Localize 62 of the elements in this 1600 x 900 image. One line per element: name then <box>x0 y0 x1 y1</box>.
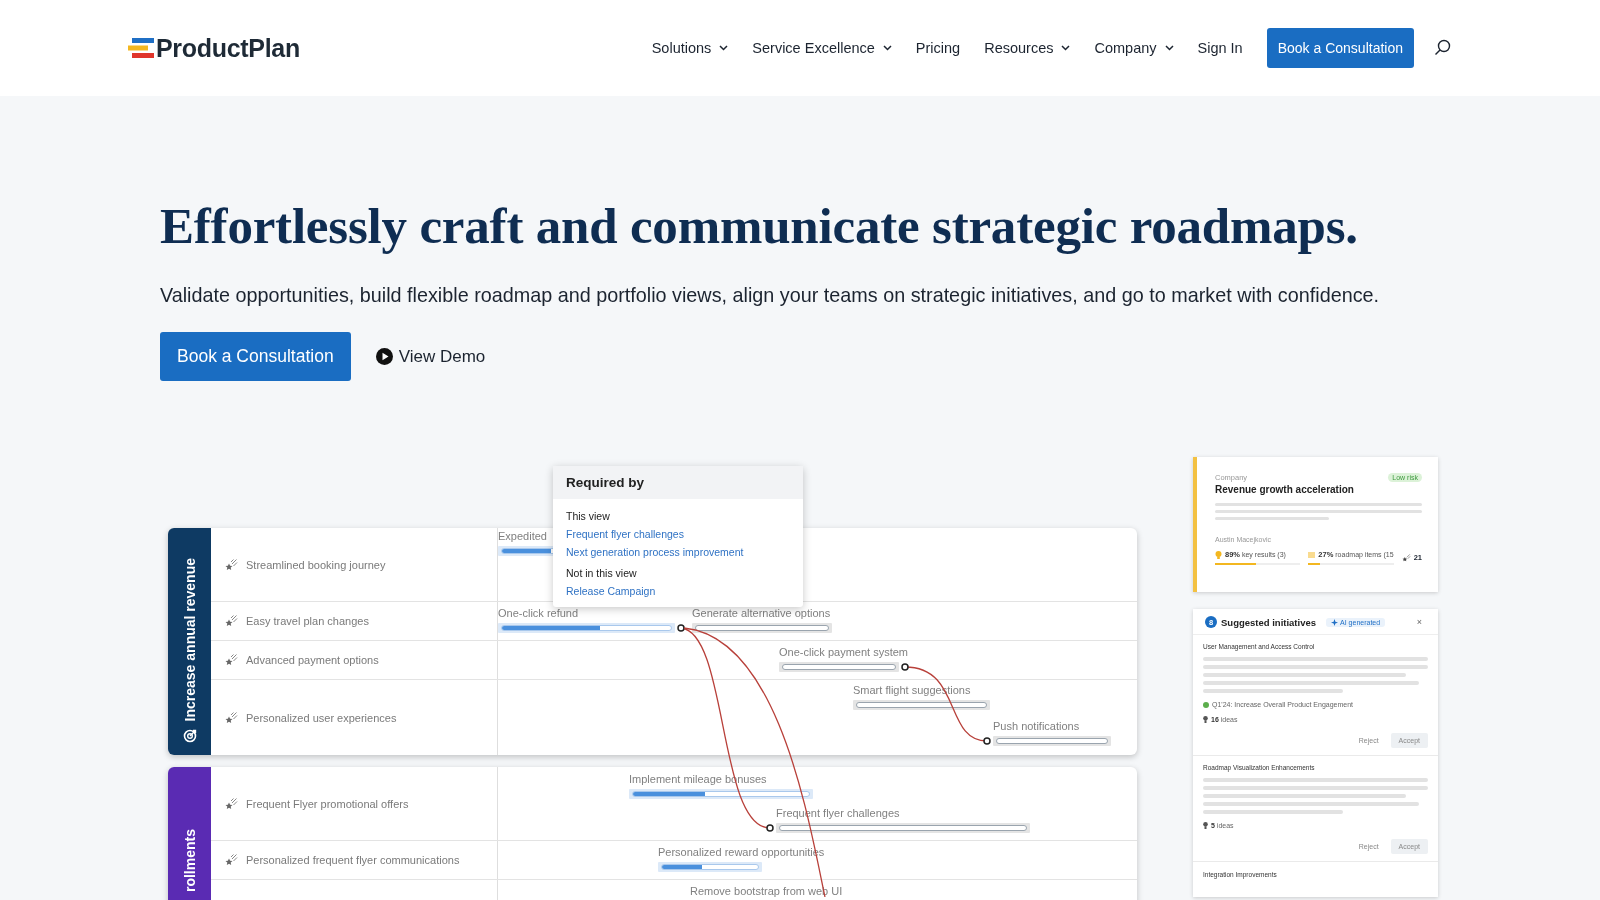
roadmap-bar[interactable] <box>779 662 899 673</box>
roadmap-bar[interactable] <box>692 623 832 634</box>
initiative-name: Personalized user experiences <box>246 711 397 724</box>
lane-title: Increase annual revenue <box>181 557 198 722</box>
book-consultation-button[interactable]: Book a Consultation <box>1266 28 1414 68</box>
popover-heading: Not in this view <box>566 567 638 580</box>
bar-label: Expedited <box>498 530 548 544</box>
bar-label: Push notifications <box>993 720 1081 734</box>
initiative-name: Easy travel plan changes <box>246 615 369 628</box>
chevron-down-icon <box>882 45 892 51</box>
nav-link[interactable]: Solutions <box>651 40 729 56</box>
target-icon <box>182 729 197 744</box>
roadmap-bar[interactable] <box>629 789 813 800</box>
chevron-down-icon <box>719 45 729 51</box>
nav-link[interactable]: Pricing <box>915 40 961 56</box>
bar-label: One-click refund <box>498 607 580 621</box>
hero-subtitle: Validate opportunities, build flexible roadmap and portfolio views, align your teams on strategic initiatives, and go to market with confidence. <box>160 284 1381 308</box>
productplan-logo[interactable]: ProductPlan <box>128 33 300 63</box>
view-demo-link[interactable]: View Demo <box>375 346 486 367</box>
shooting-star-icon <box>225 854 238 867</box>
nav-link[interactable]: Sign In <box>1197 40 1243 56</box>
initiative-name: Personalized frequent flyer communications <box>246 854 460 867</box>
hero-headline: Effortlessly craft and communicate strategic roadmaps. <box>160 197 1359 256</box>
nav-link[interactable]: Company <box>1094 40 1174 56</box>
sparkle-icon <box>1331 618 1339 626</box>
logo-icon <box>128 38 154 58</box>
roadmap-bar[interactable] <box>776 823 1030 834</box>
goal-title: Revenue growth acceleration <box>1215 484 1355 496</box>
shooting-star-icon <box>225 797 238 810</box>
initiative-name: Advanced payment options <box>246 654 379 667</box>
dependency-link[interactable]: Frequent flyer challenges <box>566 528 790 541</box>
panel-title: Suggested initiatives <box>1221 616 1317 628</box>
chevron-down-icon <box>1164 45 1174 51</box>
bar-label: One-click payment system <box>779 646 908 660</box>
roadmap-bar[interactable] <box>853 700 990 711</box>
book-consultation-button[interactable]: Book a Consultation <box>160 332 351 382</box>
initiative-name: Frequent Flyer promotional offers <box>246 797 409 810</box>
chevron-down-icon <box>1061 45 1071 51</box>
nav-link[interactable]: Resources <box>984 40 1071 56</box>
bar-label: Generate alternative options <box>692 607 832 621</box>
shooting-star-icon <box>225 615 238 628</box>
shooting-star-icon <box>225 654 238 667</box>
lane-title: rollments <box>181 829 198 893</box>
dependency-link[interactable]: Release Campaign <box>566 585 790 598</box>
lightbulb-icon <box>1215 550 1222 559</box>
lightbulb-icon <box>1203 822 1208 830</box>
initiative-name: Streamlined booking journey <box>246 558 386 571</box>
play-icon <box>375 348 393 366</box>
roadmap-bar[interactable] <box>658 862 762 873</box>
popover-heading: This view <box>566 510 611 523</box>
shooting-star-icon <box>225 558 238 571</box>
popover-title: Required by <box>553 466 803 500</box>
roadmap-bar[interactable] <box>993 736 1111 747</box>
roadmap-bar[interactable] <box>498 623 675 634</box>
shooting-star-icon <box>225 711 238 724</box>
nav-link[interactable]: Service Excellence <box>752 40 892 56</box>
lightbulb-icon <box>1203 716 1208 724</box>
shooting-star-icon <box>1401 553 1411 562</box>
search-icon[interactable] <box>1434 39 1452 57</box>
close-button[interactable]: × <box>1416 617 1422 628</box>
objective-icon <box>1203 701 1209 708</box>
dependency-link[interactable]: Next generation process improvement <box>566 546 790 559</box>
